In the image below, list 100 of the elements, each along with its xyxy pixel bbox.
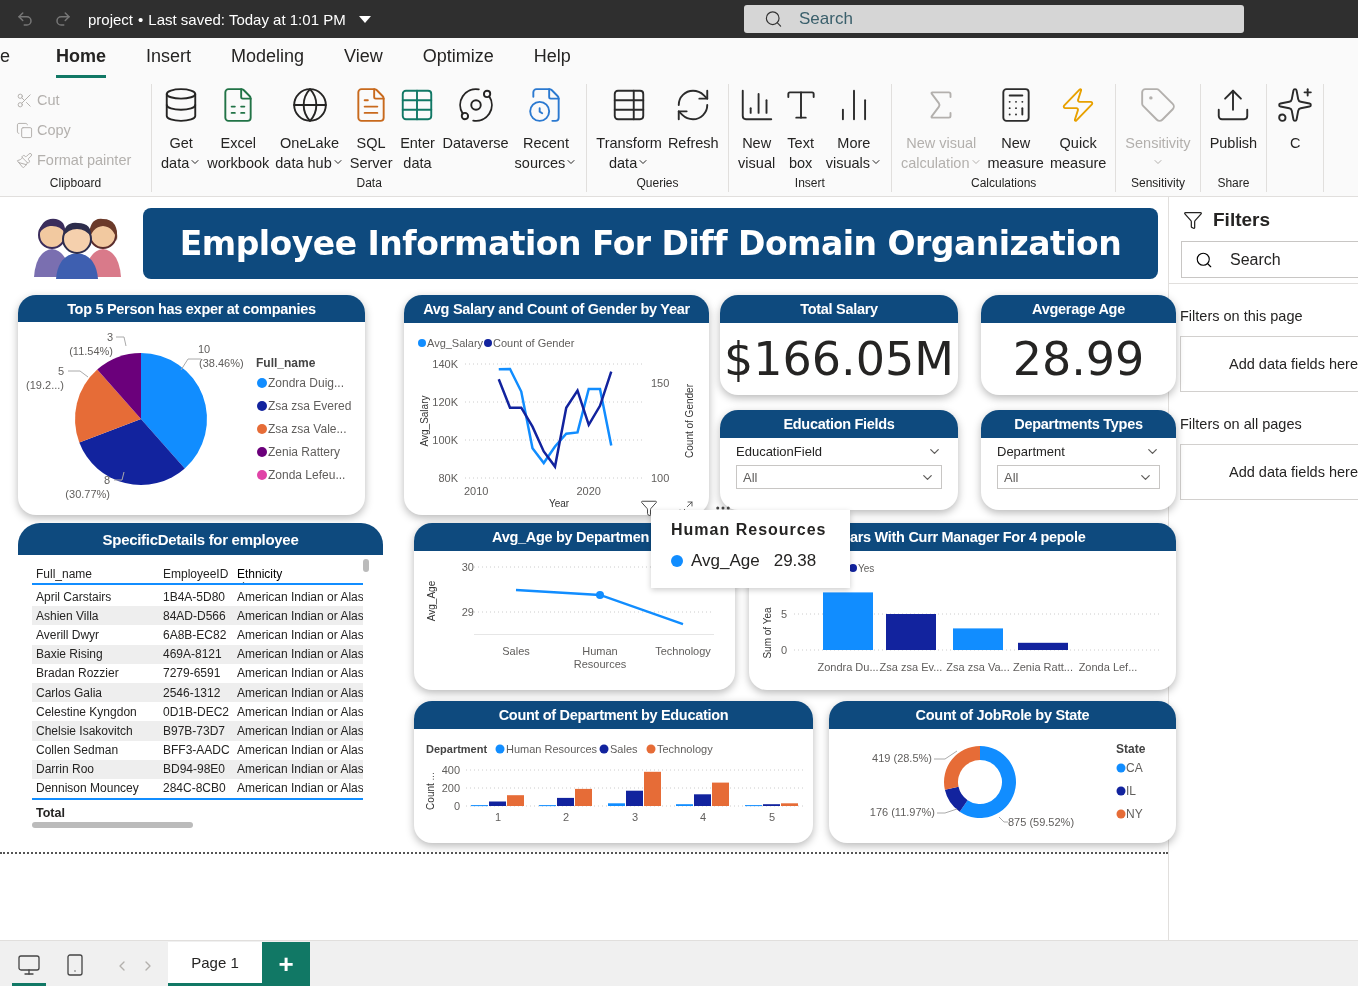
table-cell: American Indian or Alas <box>237 704 363 719</box>
ribbon-button[interactable]: Recent sources <box>511 84 581 173</box>
table-cell: American Indian or Alas <box>237 589 363 604</box>
slicer-dropdown[interactable]: All <box>997 465 1160 489</box>
menu-tab[interactable]: Optimize <box>422 46 494 78</box>
visual-title: Avg Salary and Count of Gender by Year <box>404 295 709 323</box>
visual-title: Avgerage Age <box>981 295 1176 323</box>
table-cell: American Indian or Alas <box>237 723 363 738</box>
legend-label: CA <box>1126 761 1143 775</box>
ribbon-button[interactable]: Get data <box>158 84 205 173</box>
add-page-button[interactable]: + <box>262 942 310 986</box>
kpi-value: $166.05M <box>723 331 955 388</box>
table-cell-text: 0D1B-DEC2 <box>163 704 231 719</box>
legend-label: Zsa zsa Vale... <box>268 422 347 436</box>
table-cell-text: Celestine Kyngdon <box>36 704 138 719</box>
legend-label: Zsa zsa Evered <box>268 399 352 413</box>
data-label: (11.54%) <box>69 345 113 357</box>
menu-tab[interactable]: Modeling <box>231 46 305 78</box>
table-cell-text: 84AD-D566 <box>163 608 227 623</box>
axis-title: Avg_Salary <box>419 395 430 447</box>
globe-icon <box>290 86 329 124</box>
visual-title: Top 5 Person has exper at companies <box>18 295 365 322</box>
table-cell: American Indian or Alas <box>237 743 363 758</box>
report-banner: Employee Information For Diff Domain Organization <box>143 207 1158 279</box>
leader-line <box>936 808 958 814</box>
ribbon-button[interactable]: SQL Server <box>346 84 396 173</box>
ribbon-button[interactable]: Quick measure <box>1046 84 1110 173</box>
legend-title: Department <box>426 743 488 755</box>
group-label: Sensitivity <box>1130 176 1185 192</box>
redo-icon[interactable] <box>54 10 72 28</box>
ribbon-button[interactable]: Transform data <box>593 84 665 173</box>
search-icon <box>764 9 783 29</box>
tick-label: 140K <box>432 358 458 370</box>
ribbon-button[interactable]: New visual <box>734 84 779 173</box>
table-cell-text: Dennison Mouncey <box>36 781 140 796</box>
page-tab[interactable]: Page 1 <box>168 942 262 986</box>
group-label: Data <box>356 176 382 192</box>
sparkles-icon <box>1276 86 1315 124</box>
legend-dot <box>418 339 426 347</box>
column-header[interactable]: Full_name <box>36 565 163 583</box>
legend-label: Zondra Duig... <box>268 376 345 390</box>
tick-label: 200 <box>441 782 460 794</box>
menu-tab[interactable]: Help <box>533 46 571 78</box>
table-cell-text: 2546-1312 <box>163 685 222 700</box>
table-cell-text: Carlos Galia <box>36 685 104 700</box>
filter-icon[interactable] <box>640 499 658 517</box>
category-label: 3 <box>631 811 639 823</box>
section-heading: Filters on this page <box>1180 308 1304 324</box>
group-label: Insert <box>794 176 825 192</box>
copy-icon <box>16 121 33 139</box>
ribbon-button[interactable]: Text box <box>778 84 823 173</box>
slicer-dropdown[interactable]: All <box>736 465 942 489</box>
legend-label: IL <box>1126 784 1136 798</box>
ribbon-button[interactable]: Refresh <box>664 84 722 153</box>
search-field[interactable]: Search <box>744 5 1244 33</box>
visual-title: Total Salary <box>720 295 958 323</box>
monitor-icon <box>17 952 41 977</box>
data-label: 8 <box>103 474 110 486</box>
ribbon-button[interactable]: Excel workbook <box>204 84 273 173</box>
axis-title: Year <box>548 498 570 509</box>
section-heading: Filters on all pages <box>1180 416 1303 432</box>
visual-title: Count of Department by Education <box>414 701 813 729</box>
tick-label: 0 <box>453 800 460 812</box>
menu-tab[interactable]: e <box>0 46 10 78</box>
search-field[interactable]: Search <box>1181 241 1358 278</box>
column-header[interactable]: Ethnicity <box>237 565 363 583</box>
undo-icon[interactable] <box>16 10 34 28</box>
column-header[interactable]: EmployeeID <box>163 565 237 583</box>
table-cell-text: 7279-6591 <box>163 666 222 681</box>
leader-line <box>933 750 958 760</box>
caret-icon[interactable] <box>358 15 371 23</box>
category-label: Zonda Lef... <box>1078 661 1138 673</box>
total-label: Total <box>36 806 65 821</box>
tick-label: 100 <box>651 472 670 484</box>
drop-zone: Add data fields here <box>1180 336 1358 392</box>
series-name: Avg_Age <box>691 551 760 571</box>
menu-tab[interactable]: View <box>344 46 383 78</box>
table-cell-text: Darrin Roo <box>36 762 96 777</box>
file-name: project <box>88 10 134 28</box>
ribbon-button[interactable]: C <box>1273 84 1318 153</box>
ribbon-button[interactable]: OneLake data hub <box>272 84 347 173</box>
scissors-icon <box>16 91 33 109</box>
legend-label: Technology <box>657 743 713 755</box>
visual-title: Education Fields <box>720 410 958 438</box>
menu-tab[interactable]: Insert <box>146 46 192 78</box>
table-cell-text: Collen Sedman <box>36 743 120 758</box>
table-cell-text: BFF3-AADC <box>163 743 231 758</box>
legend-label: Yes <box>858 563 875 574</box>
legend-label: Zonda Lefeu... <box>268 468 346 482</box>
ribbon-button[interactable]: Dataverse <box>439 84 512 153</box>
ribbon-button[interactable]: New measure <box>984 84 1047 173</box>
axis-title: Avg_Age <box>426 580 437 622</box>
table-cell: American Indian or Alas <box>237 666 363 681</box>
ribbon-button[interactable]: Enter data <box>395 84 440 173</box>
ribbon-button[interactable]: Publish <box>1206 84 1261 153</box>
ribbon-button[interactable]: More visuals <box>822 84 885 173</box>
category-label: 5 <box>768 811 776 823</box>
table-cell-text: Chelsie Isakovitch <box>36 723 134 738</box>
legend-label: NY <box>1126 807 1143 821</box>
table-cell-text: B97B-73D7 <box>163 723 227 738</box>
